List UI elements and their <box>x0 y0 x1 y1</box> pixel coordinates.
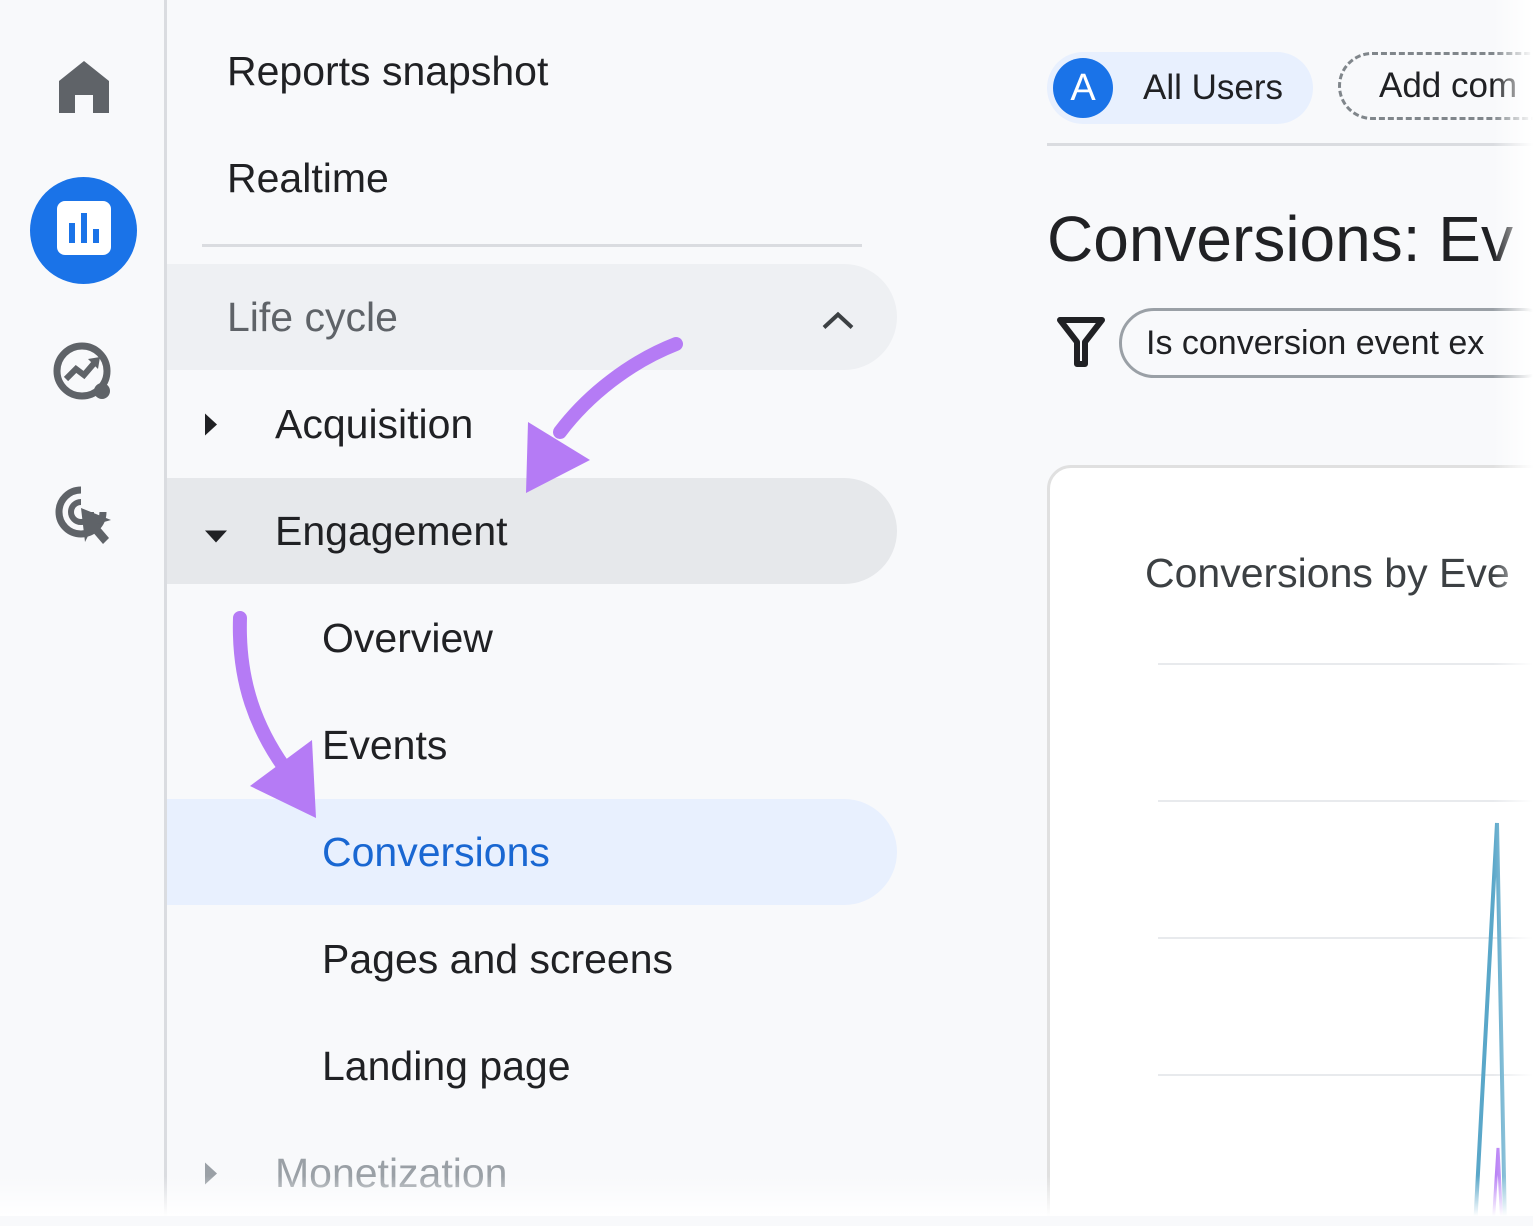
main-content: A All Users Add com Conversions: Ev Is c… <box>1047 0 1533 1216</box>
chevron-up-icon <box>821 294 855 341</box>
add-comparison-button[interactable]: Add com <box>1338 52 1533 120</box>
nav-item-label: Overview <box>322 614 493 661</box>
nav-item-overview[interactable]: Overview <box>167 585 897 691</box>
segment-chip-all-users[interactable]: A All Users <box>1047 52 1313 124</box>
nav-item-landing-page[interactable]: Landing page <box>167 1013 897 1119</box>
nav-item-conversions[interactable]: Conversions <box>167 799 897 905</box>
section-life-cycle[interactable]: Life cycle <box>167 264 897 370</box>
nav-item-label: Events <box>322 721 448 768</box>
nav-item-label: Monetization <box>275 1149 508 1196</box>
nav-item-acquisition[interactable]: Acquisition <box>167 371 897 477</box>
caret-right-icon <box>203 1150 219 1197</box>
header-divider <box>1047 143 1533 146</box>
caret-right-icon <box>203 401 219 448</box>
nav-item-pages-and-screens[interactable]: Pages and screens <box>167 906 897 1012</box>
filter-icon[interactable] <box>1057 316 1105 373</box>
home-button[interactable] <box>30 36 137 143</box>
filter-chip[interactable]: Is conversion event ex <box>1119 308 1533 378</box>
nav-item-realtime[interactable]: Realtime <box>167 125 897 231</box>
explore-icon <box>52 341 116 410</box>
chart-card: Conversions by Eve <box>1047 465 1533 1216</box>
chart-plot <box>1473 822 1507 1216</box>
nav-item-label: Reports snapshot <box>227 47 549 94</box>
reports-nav: Reports snapshot Realtime Life cycle Acq… <box>167 0 907 1216</box>
nav-item-engagement[interactable]: Engagement <box>167 478 897 584</box>
nav-item-events[interactable]: Events <box>167 692 897 798</box>
segment-avatar: A <box>1053 58 1113 118</box>
nav-item-label: Landing page <box>322 1042 571 1089</box>
reports-icon <box>56 201 111 260</box>
advertising-button[interactable] <box>30 464 137 571</box>
advertising-icon <box>51 482 117 553</box>
explore-button[interactable] <box>30 322 137 429</box>
nav-item-label: Engagement <box>275 507 508 554</box>
page-title: Conversions: Ev <box>1047 203 1513 275</box>
nav-item-label: Acquisition <box>275 400 474 447</box>
chart-series-line <box>1492 1147 1503 1216</box>
section-label: Life cycle <box>227 293 398 340</box>
nav-item-label: Pages and screens <box>322 935 674 982</box>
chart-series-line <box>1473 822 1507 1216</box>
nav-divider <box>202 244 862 247</box>
nav-item-reports-snapshot[interactable]: Reports snapshot <box>167 18 897 124</box>
caret-down-icon <box>203 508 229 555</box>
left-rail <box>0 0 167 1216</box>
filter-chip-label: Is conversion event ex <box>1146 323 1485 362</box>
add-comparison-label: Add com <box>1379 66 1518 105</box>
reports-button[interactable] <box>30 177 137 284</box>
nav-item-monetization[interactable]: Monetization <box>167 1120 897 1226</box>
nav-item-label: Conversions <box>322 828 550 875</box>
home-icon <box>57 59 111 120</box>
nav-item-label: Realtime <box>227 154 389 201</box>
segment-label: All Users <box>1143 68 1284 107</box>
